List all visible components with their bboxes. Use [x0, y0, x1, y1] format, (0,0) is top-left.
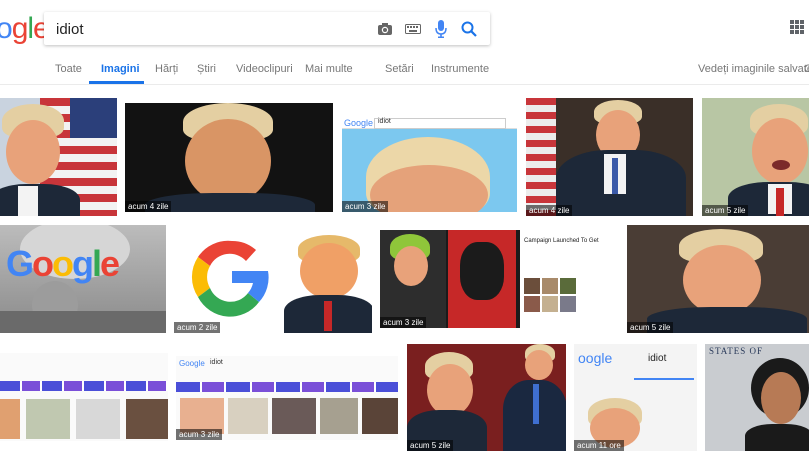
google-g-icon — [191, 240, 269, 317]
active-tab-indicator — [89, 81, 144, 84]
image-age-label: acum 2 zile — [174, 322, 221, 333]
search-box[interactable] — [44, 12, 490, 45]
image-result[interactable]: STATES OF — [705, 344, 809, 451]
image-result[interactable]: acum 5 zile — [407, 344, 566, 451]
image-age-label: acum 5 zile — [407, 440, 454, 451]
microphone-icon[interactable] — [430, 18, 452, 40]
tab-images[interactable]: Imagini — [101, 63, 140, 75]
image-result[interactable] — [0, 98, 117, 216]
image-result[interactable]: acum 4 zile — [526, 98, 693, 216]
image-age-label: acum 11 ore — [574, 440, 624, 451]
tab-all[interactable]: Toate — [55, 63, 82, 75]
mini-google-logo: oogle — [578, 350, 613, 366]
image-age-label: acum 3 zile — [176, 429, 223, 440]
camera-icon[interactable] — [374, 18, 396, 40]
image-result[interactable]: Campaign Launched To Get acum 3 zile — [380, 230, 599, 328]
image-result[interactable]: Google — [0, 225, 166, 333]
saved-images-link[interactable]: Vedeți imaginile salvate — [698, 63, 809, 75]
mini-search-query: idiot — [210, 359, 223, 366]
search-input[interactable] — [56, 19, 356, 39]
image-age-label: acum 4 zile — [125, 201, 172, 212]
image-result[interactable]: acum 5 zile — [702, 98, 809, 216]
image-age-label: acum 5 zile — [627, 322, 674, 333]
google-logo[interactable]: ogle — [0, 12, 50, 46]
mini-google-logo: Google — [344, 118, 374, 128]
banner-text: STATES OF — [709, 346, 764, 356]
image-result[interactable]: Google idiot acum 3 zile — [342, 103, 517, 212]
overflow-link[interactable]: C — [804, 63, 809, 75]
mini-search-query: idiot — [378, 118, 391, 125]
image-age-label: acum 3 zile — [342, 201, 389, 212]
image-result[interactable]: oogle idiot acum 11 ore — [574, 344, 697, 451]
google-logo-art: Google — [6, 243, 120, 284]
image-result[interactable]: acum 2 zile — [174, 225, 372, 333]
tab-videos[interactable]: Videoclipuri — [236, 63, 293, 75]
mini-google-logo: Google — [179, 359, 205, 368]
mini-title: Campaign Launched To Get — [524, 238, 599, 244]
image-result[interactable]: acum 4 zile — [125, 103, 333, 212]
image-result[interactable] — [0, 353, 168, 441]
image-age-label: acum 5 zile — [702, 205, 749, 216]
keyboard-icon[interactable] — [402, 18, 424, 40]
tab-more[interactable]: Mai multe — [305, 63, 353, 75]
top-bar: ogle — [0, 0, 809, 58]
image-result[interactable]: Google idiot acum 3 zile — [176, 356, 398, 440]
apps-grid-icon[interactable] — [790, 20, 804, 34]
mini-search-query: idiot — [648, 353, 667, 364]
image-result[interactable]: acum 5 zile — [627, 225, 809, 333]
tab-tools[interactable]: Instrumente — [431, 63, 489, 75]
search-icon[interactable] — [458, 18, 480, 40]
tab-maps[interactable]: Hărți — [155, 63, 178, 75]
image-age-label: acum 4 zile — [526, 205, 573, 216]
image-age-label: acum 3 zile — [380, 317, 427, 328]
tab-news[interactable]: Știri — [197, 63, 216, 75]
tab-settings[interactable]: Setări — [385, 63, 414, 75]
